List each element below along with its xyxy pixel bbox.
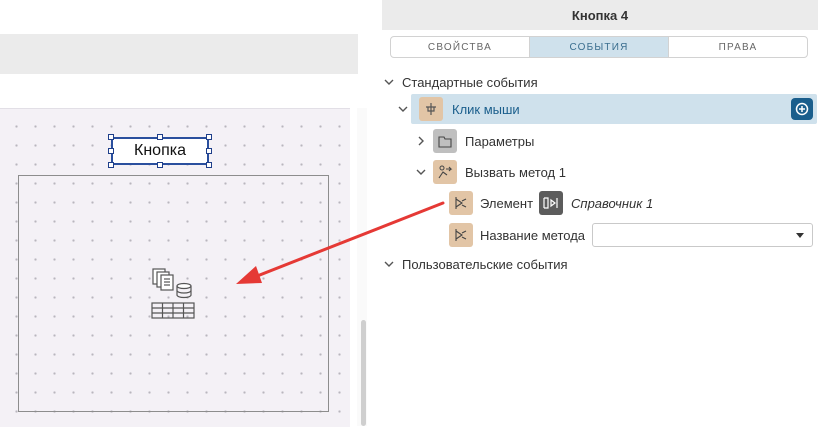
tree-call-method[interactable]: Вызвать метод 1 <box>414 159 566 185</box>
tree-parameters[interactable]: Параметры <box>414 128 534 154</box>
call-method-icon <box>433 160 457 184</box>
tree-mouse-click-label: Клик мыши <box>452 101 520 117</box>
tree-call-method-label: Вызвать метод 1 <box>465 164 566 180</box>
data-grid-widget[interactable] <box>18 175 329 412</box>
resize-handle-nw[interactable] <box>108 134 114 140</box>
tree-user-events-label: Пользовательские события <box>402 256 568 272</box>
tree-method-name: Название метода <box>449 222 585 248</box>
resize-handle-ne[interactable] <box>206 134 212 140</box>
tree-parameters-label: Параметры <box>465 133 535 149</box>
chevron-down-icon[interactable] <box>396 102 410 116</box>
method-name-select[interactable] <box>592 223 813 247</box>
panel-title: Кнопка 4 <box>382 0 818 30</box>
resize-handle-s[interactable] <box>157 162 163 168</box>
mouse-click-event-icon <box>419 97 443 121</box>
tree-element[interactable]: Элемент Справочник 1 <box>449 190 653 216</box>
folder-icon <box>433 129 457 153</box>
tab-rights[interactable]: ПРАВА <box>668 37 807 57</box>
chevron-down-icon[interactable] <box>414 165 428 179</box>
tab-events-label: СОБЫТИЯ <box>569 41 629 53</box>
resize-handle-sw[interactable] <box>108 162 114 168</box>
tab-properties-label: СВОЙСТВА <box>427 41 493 53</box>
tree-element-label: Элемент <box>480 195 534 211</box>
plus-circle-icon <box>795 102 809 116</box>
chevron-right-icon[interactable] <box>414 134 428 148</box>
canvas-button[interactable]: Кнопка <box>111 137 209 165</box>
resize-handle-w[interactable] <box>108 148 114 154</box>
element-param-icon <box>449 191 473 215</box>
tree-method-name-label: Название метода <box>480 227 586 243</box>
add-action-button[interactable] <box>791 98 813 120</box>
canvas-button-label: Кнопка <box>134 142 186 159</box>
properties-panel: Кнопка 4 СВОЙСТВА СОБЫТИЯ ПРАВА Стандарт… <box>382 0 818 426</box>
panel-title-text: Кнопка 4 <box>571 7 629 23</box>
tree-standard-events[interactable]: Стандартные события <box>382 69 538 95</box>
tab-events[interactable]: СОБЫТИЯ <box>529 37 668 57</box>
tab-properties[interactable]: СВОЙСТВА <box>391 37 529 57</box>
panel-tabs: СВОЙСТВА СОБЫТИЯ ПРАВА <box>390 36 808 58</box>
resize-handle-n[interactable] <box>157 134 163 140</box>
resize-handle-e[interactable] <box>206 148 212 154</box>
dropdown-caret-icon <box>796 233 804 238</box>
reference-object-icon <box>539 191 564 215</box>
element-reference-value[interactable]: Справочник 1 <box>571 196 653 211</box>
tree-standard-events-label: Стандартные события <box>402 74 538 90</box>
chevron-down-icon[interactable] <box>382 75 396 89</box>
data-grid-icon <box>150 266 198 327</box>
resize-handle-se[interactable] <box>206 162 212 168</box>
tree-user-events[interactable]: Пользовательские события <box>382 251 568 277</box>
canvas-scrollbar-thumb[interactable] <box>361 320 366 426</box>
method-name-param-icon <box>449 223 473 247</box>
tree-mouse-click[interactable]: Клик мыши <box>396 96 520 122</box>
chevron-down-icon[interactable] <box>382 257 396 271</box>
toolbar-strip <box>0 34 358 74</box>
tab-rights-label: ПРАВА <box>718 41 758 53</box>
